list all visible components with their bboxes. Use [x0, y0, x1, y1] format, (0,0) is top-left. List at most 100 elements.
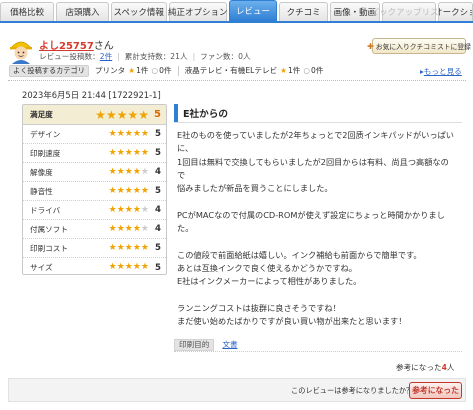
- star-icon: ★: [116, 128, 125, 139]
- rating-value: 5: [155, 186, 161, 196]
- star-icon: ★: [108, 242, 117, 253]
- star-icon: ★: [124, 223, 133, 234]
- rating-label: 解像度: [30, 167, 53, 177]
- more-link[interactable]: ▸もっと見る: [420, 66, 462, 77]
- star-icon: ★: [127, 107, 139, 122]
- star-icon: ★: [132, 166, 141, 177]
- rating-label: 印刷コスト: [30, 243, 68, 253]
- star-icon: ★: [105, 107, 117, 122]
- rating-stars: ★ ★ ★ ★ ★: [108, 242, 149, 253]
- star-icon: ★: [108, 185, 117, 196]
- review-body-line: た。: [177, 223, 194, 234]
- tab-options[interactable]: 純正オプション: [168, 2, 228, 21]
- star-icon: ★: [132, 242, 141, 253]
- purpose-value-link[interactable]: 文書: [222, 339, 237, 350]
- circle-icon: ○: [151, 66, 159, 75]
- rating-row: デザイン ★ ★ ★ ★ ★ 5: [23, 125, 166, 144]
- rating-value: 5: [155, 129, 161, 139]
- favorite-icon: ✚: [367, 41, 374, 51]
- star-icon: ★: [116, 185, 125, 196]
- star-icon: ★: [95, 107, 106, 122]
- rating-label: デザイン: [30, 129, 61, 139]
- star-icon: ★: [124, 242, 133, 253]
- star-icon: ★: [116, 262, 125, 272]
- review-body-line: ランニングコストは抜群に良さそうですね！: [177, 302, 341, 313]
- tab-spec[interactable]: スペック情報: [110, 2, 167, 21]
- star-icon: ★: [116, 147, 125, 158]
- rating-stars: ★ ★ ★ ★ ★: [108, 223, 149, 234]
- star-icon: ★: [124, 262, 133, 272]
- rating-row: 解像度 ★ ★ ★ ★ ★ 4: [23, 163, 166, 182]
- rating-label: 印刷速度: [30, 148, 61, 158]
- star-icon: ★: [140, 185, 149, 196]
- review-body-line: 1回目は無料で交換してもらいましたが2回目からは有料、尚且つ高額なの: [177, 156, 449, 167]
- helpful-button[interactable]: 参考になった: [409, 382, 462, 399]
- review-datetime: 2023年6月5日 21:44 [1722921-1]: [22, 90, 161, 100]
- star-icon: ★: [124, 166, 133, 177]
- category-name[interactable]: プリンタ: [95, 65, 125, 76]
- tab-auction[interactable]: オークショ: [437, 2, 473, 21]
- star-icon: ★: [108, 223, 117, 234]
- star-icon: ★: [108, 262, 117, 272]
- review-body-line: 悩みましたが新品を買うことにしました。: [177, 183, 333, 194]
- star-icon: ★: [116, 204, 125, 215]
- divider: [8, 80, 466, 81]
- vote-bar: このレビューは参考になりましたか？ 参考になった: [8, 378, 466, 402]
- review-body-line: で: [177, 169, 186, 180]
- rating-row: サイズ ★ ★ ★ ★ ★ 5: [23, 258, 166, 277]
- divider: [174, 122, 462, 123]
- rating-value: 4: [155, 167, 161, 177]
- fan-count: ファン数：0人: [200, 52, 251, 61]
- star-icon: ★: [140, 262, 149, 272]
- overall-rating-label: 満足度: [30, 110, 53, 119]
- username-line: よし25757さん: [39, 37, 114, 52]
- rating-label: サイズ: [30, 263, 53, 272]
- review-body-line: に、: [177, 143, 194, 154]
- rating-label: 静音性: [30, 186, 53, 196]
- star-icon: ★: [124, 185, 133, 196]
- tab-review[interactable]: レビュー: [228, 0, 278, 21]
- category-name[interactable]: 液晶テレビ・有機ELテレビ: [185, 65, 278, 76]
- rating-row: 印刷速度 ★ ★ ★ ★ ★ 5: [23, 144, 166, 163]
- review-body-line: E社はインクメーカーによって相性がありました。: [177, 276, 362, 287]
- add-favorite-button[interactable]: ✚ お気に入りクチコミストに登録: [367, 38, 471, 54]
- category-zero-count: ○ 0件: [151, 66, 172, 75]
- frequent-categories: よく投稿するカテゴリ プリンタ ★ 1件 ○ 0件 液晶テレビ・有機ELテレビ ★ 1…: [9, 64, 323, 77]
- review-body-line: [177, 195, 463, 208]
- overall-stars: ★ ★ ★ ★ ★: [95, 109, 149, 121]
- overall-rating-value: 5: [154, 109, 161, 120]
- star-icon: ★: [124, 128, 133, 139]
- star-icon: ★: [280, 66, 287, 75]
- avatar-icon[interactable]: [8, 36, 34, 64]
- rating-row: 付属ソフト ★ ★ ★ ★ ★ 4: [23, 220, 166, 239]
- review-body-line: まだ使い始めたばかりですが良い買い物が出来たと思います！: [177, 316, 407, 327]
- star-icon: ★: [132, 223, 141, 234]
- tab-store[interactable]: 店頭購入: [56, 2, 109, 21]
- star-icon: ★: [124, 147, 133, 158]
- review-count-link[interactable]: 2件: [100, 51, 112, 62]
- rating-value: 4: [155, 224, 161, 234]
- star-icon: ★: [138, 107, 149, 122]
- review-title: E社からの: [174, 104, 462, 122]
- overall-rating-row: 満足度 ★ ★ ★ ★ ★ 5: [23, 105, 166, 125]
- divider: |: [117, 52, 120, 61]
- category-zero-count: ○ 0件: [303, 66, 324, 75]
- rating-stars: ★ ★ ★ ★ ★: [109, 128, 149, 139]
- rating-value: 5: [155, 243, 161, 253]
- star-icon: ★: [108, 147, 117, 158]
- review-body-line: E社のものを使っていましたが2年ちょっとで2回质インキパッドがいっぱい: [177, 130, 454, 140]
- review-body-line: [177, 289, 463, 302]
- star-icon: ★: [140, 166, 149, 177]
- add-favorite-label: お気に入りクチコミストに登録: [375, 43, 471, 51]
- rating-value: 5: [155, 262, 161, 273]
- tab-price[interactable]: 価格比較: [0, 2, 55, 21]
- category-star-count: ★ 1件: [128, 66, 149, 75]
- star-icon: ★: [116, 242, 125, 253]
- star-icon: ★: [132, 204, 141, 215]
- purpose-label: 印刷目的: [174, 338, 215, 351]
- tab-kuchikomi[interactable]: クチコミ: [279, 2, 328, 21]
- review-body-line: [177, 235, 463, 248]
- star-icon: ★: [140, 128, 149, 139]
- rating-stars: ★ ★ ★ ★ ★: [109, 204, 149, 215]
- review-body-line: この値段で前面給紙は嬉しい。インク補給も前面からで簡単です。: [177, 249, 422, 260]
